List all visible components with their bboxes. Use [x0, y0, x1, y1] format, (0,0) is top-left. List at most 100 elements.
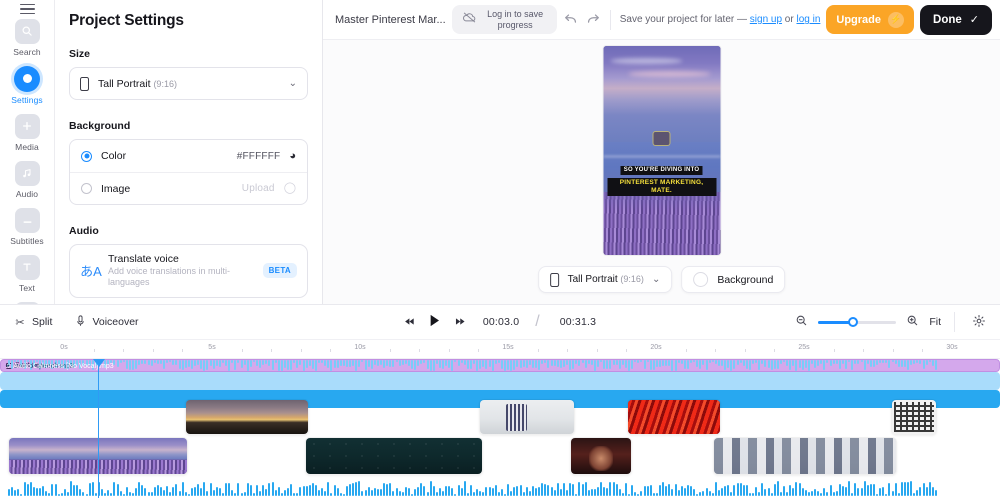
upload-icon[interactable]: ◯	[284, 183, 296, 194]
timeline-playhead[interactable]	[98, 359, 100, 498]
zoom-out-icon[interactable]	[795, 314, 808, 330]
music-audio-track[interactable]: ♫ Audio Calmness [No Vocal].mp3	[0, 390, 1000, 408]
caption-line-2: PINTEREST MARKETING, MATE.	[607, 178, 716, 196]
ruler-minor-tick	[626, 349, 627, 352]
undo-arrow-icon[interactable]	[563, 9, 579, 31]
size-select-value: Tall Portrait (9:16)	[98, 78, 177, 90]
project-settings-panel: Project Settings Size Tall Portrait (9:1…	[55, 0, 323, 304]
size-ratio-text: (9:16)	[153, 79, 177, 89]
gear-icon[interactable]	[972, 314, 986, 331]
preview-wrapper: SO YOU'RE DIVING INTO PINTEREST MARKETIN…	[323, 40, 1000, 304]
skip-backward-icon[interactable]	[404, 317, 416, 328]
zoom-divider	[954, 312, 955, 332]
ruler-minor-tick	[271, 349, 272, 352]
preview-background-button[interactable]: Background	[681, 266, 785, 293]
total-time: 00:31.3	[560, 316, 596, 328]
background-image-row[interactable]: Image Upload ◯	[70, 172, 307, 204]
stage-area: Master Pinterest Mar... Log in to save p…	[323, 0, 1000, 304]
log-in-link[interactable]: log in	[796, 14, 820, 25]
zoom-slider[interactable]	[818, 321, 896, 324]
sidebar-label-search: Search	[13, 47, 41, 57]
zoom-controls: Fit	[795, 312, 986, 332]
sidebar-item-settings[interactable]: Settings	[0, 66, 55, 105]
background-options-card: Color #FFFFFF ◕ Image Upload ◯	[69, 139, 308, 205]
left-sidebar-rail: Search Settings Media Audio	[0, 0, 55, 304]
background-color-row[interactable]: Color #FFFFFF ◕	[70, 140, 307, 172]
ruler-minor-tick	[863, 349, 864, 352]
ruler-minor-tick	[94, 349, 95, 352]
audio-section-label: Audio	[69, 225, 308, 237]
translate-voice-card[interactable]: あA Translate voice Add voice translation…	[69, 244, 308, 298]
sidebar-item-search[interactable]: Search	[0, 19, 55, 57]
redo-arrow-icon[interactable]	[585, 9, 601, 31]
ruler-minor-tick	[153, 349, 154, 352]
preview-sky	[603, 46, 720, 142]
hamburger-menu-icon[interactable]	[13, 8, 41, 10]
microphone-icon	[74, 315, 86, 330]
done-button[interactable]: Done ✓	[920, 5, 992, 35]
translate-voice-title: Translate voice	[108, 253, 263, 265]
sidebar-label-audio: Audio	[16, 189, 38, 199]
fit-button[interactable]: Fit	[929, 316, 941, 328]
color-picker-icon[interactable]: ◕	[289, 151, 296, 162]
text-t-icon	[15, 255, 40, 280]
background-upload-label[interactable]: Upload	[242, 183, 275, 194]
upgrade-button[interactable]: Upgrade ⚡	[826, 5, 914, 34]
ruler-minor-tick	[834, 349, 835, 352]
check-icon: ✓	[970, 13, 979, 26]
preview-size-ratio: (9:16)	[620, 274, 644, 284]
time-separator: /	[535, 313, 539, 331]
radio-color[interactable]	[81, 151, 92, 162]
size-select[interactable]: Tall Portrait (9:16) ⌄	[69, 67, 308, 100]
zoom-slider-thumb[interactable]	[848, 317, 858, 327]
preview-cloud-1	[610, 58, 683, 65]
sidebar-item-media[interactable]: Media	[0, 114, 55, 152]
chevron-down-icon-preview: ⌄	[652, 275, 660, 285]
split-label: Split	[32, 316, 52, 328]
music-note-icon	[15, 161, 40, 186]
zoom-in-icon[interactable]	[906, 314, 919, 330]
split-button[interactable]: ✂ Split	[14, 316, 52, 329]
music-waveform	[0, 390, 1000, 408]
ruler-minor-tick	[390, 349, 391, 352]
ruler-tick: 30s	[946, 344, 957, 351]
ruler-minor-tick	[123, 349, 124, 352]
size-section-label: Size	[69, 48, 308, 60]
play-button[interactable]	[429, 314, 441, 330]
search-icon	[15, 19, 40, 44]
voiceover-button[interactable]: Voiceover	[74, 315, 138, 330]
project-name[interactable]: Master Pinterest Mar...	[335, 14, 446, 26]
background-swatch-icon	[693, 272, 708, 287]
sidebar-item-subtitles[interactable]: Subtitles	[0, 208, 55, 246]
playhead-handle[interactable]	[93, 359, 105, 367]
ruler-minor-tick	[182, 349, 183, 352]
login-save-text: Log in to save progress	[484, 9, 547, 30]
timeline-ruler[interactable]: 0s5s10s15s20s25s30s	[0, 340, 1000, 359]
beta-badge: BETA	[263, 263, 297, 278]
ruler-minor-tick	[686, 349, 687, 352]
page-title: Project Settings	[69, 12, 308, 30]
phone-portrait-icon	[80, 77, 89, 91]
or-text: or	[782, 14, 796, 25]
ruler-minor-tick	[301, 349, 302, 352]
ruler-tick: 15s	[502, 344, 513, 351]
ruler-minor-tick	[597, 349, 598, 352]
ruler-minor-tick	[893, 349, 894, 352]
radio-image[interactable]	[81, 183, 92, 194]
timeline-toolbar: ✂ Split Voiceover 00:03.0	[0, 305, 1000, 340]
sidebar-item-text[interactable]: Text	[0, 255, 55, 293]
background-image-label: Image	[101, 183, 130, 195]
preview-background-label: Background	[717, 274, 773, 286]
preview-size-select[interactable]: Tall Portrait (9:16) ⌄	[538, 266, 673, 293]
translate-icon: あA	[80, 261, 102, 280]
login-save-chip[interactable]: Log in to save progress	[452, 5, 557, 34]
sign-up-link[interactable]: sign up	[750, 14, 782, 25]
preview-caption: SO YOU'RE DIVING INTO PINTEREST MARKETIN…	[607, 157, 716, 198]
sidebar-item-audio[interactable]: Audio	[0, 161, 55, 199]
skip-forward-icon[interactable]	[454, 317, 466, 328]
sidebar-label-media: Media	[15, 142, 39, 152]
preview-lavender-field	[603, 192, 720, 255]
preview-size-value: Tall Portrait	[568, 274, 618, 285]
video-editor-app: Search Settings Media Audio	[0, 0, 1000, 503]
video-preview-canvas[interactable]: SO YOU'RE DIVING INTO PINTEREST MARKETIN…	[603, 46, 720, 255]
